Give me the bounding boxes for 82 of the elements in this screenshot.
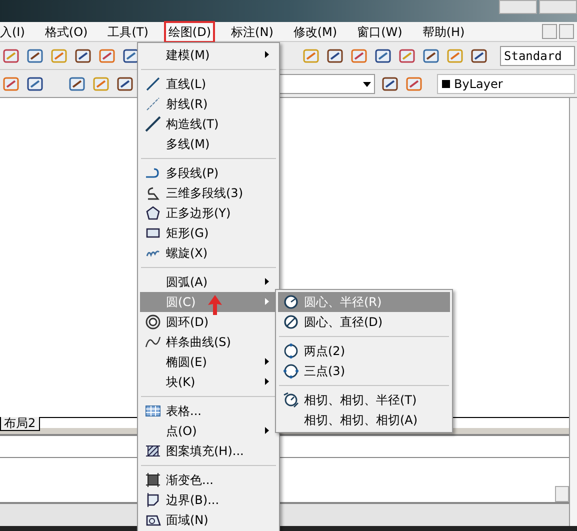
tool-icon[interactable] [68,74,86,92]
three-point-circle-icon [283,363,299,379]
menu-item[interactable]: 面域(N) [140,510,277,530]
tool-icon[interactable] [2,74,20,92]
tangent-circle-icon [283,392,299,408]
circle-diameter-icon [283,314,299,330]
menu-bar-item[interactable]: 帮助(H) [420,22,467,40]
menu-item[interactable]: 边界(B)... [140,490,277,510]
menu-bar-item[interactable]: 标注(N) [229,22,276,40]
circle-radius-icon [283,294,299,310]
menu-item[interactable]: 三点(3) [278,361,450,381]
line-icon [145,76,161,92]
helix-icon [146,250,160,256]
annotation-arrow [208,295,222,315]
menu-item[interactable]: 多线(M) [140,134,277,154]
menu-bar-item[interactable]: 修改(M) [291,22,340,40]
menu-item[interactable]: 构造线(T) [140,114,277,134]
menu-item[interactable]: 矩形(G) [140,223,277,243]
submenu-arrow-icon [265,278,269,285]
submenu-arrow-icon [265,378,269,385]
menu-item[interactable]: 两点(2) [278,341,450,361]
polyline-icon [145,165,161,181]
tool-icon[interactable] [381,74,399,92]
spline-icon [145,334,161,350]
menu-item[interactable]: 椭圆(E) [140,352,277,372]
menu-item[interactable]: 点(O) [140,421,277,441]
menu-item[interactable]: 图案填充(H)... [140,441,277,461]
menu-item[interactable]: 渐变色... [140,470,277,490]
menu-item[interactable]: 建模(M) [140,45,277,65]
tool-icon[interactable] [422,46,440,64]
menu-item[interactable]: 样条曲线(S) [140,332,277,352]
menu-item[interactable]: 三维多段线(3) [140,183,277,203]
menu-item[interactable]: 多段线(P) [140,163,277,183]
two-point-circle-icon [283,343,299,359]
tool-icon[interactable] [374,46,392,64]
construction-line-icon [145,116,161,132]
table-icon [145,403,161,419]
text-style-field[interactable]: Standard [500,46,575,66]
menu-bar-item[interactable]: 工具(T) [106,22,150,40]
hatch-icon [145,443,161,459]
submenu-arrow-icon [265,51,269,58]
menu-item[interactable]: 相切、相切、半径(T) [278,390,450,410]
minimize-button[interactable] [542,24,557,39]
menu-item[interactable]: 直线(L) [140,74,277,94]
menu-item[interactable]: 圆弧(A) [140,272,277,292]
menu-bar-item[interactable]: 入(I) [0,22,27,40]
menu-item[interactable]: 螺旋(X) [140,243,277,263]
submenu-arrow-icon [265,358,269,365]
menu-item[interactable]: 圆环(D) [140,312,277,332]
restore-button[interactable] [559,24,574,39]
menu-item[interactable]: 表格... [140,401,277,421]
menu-item[interactable]: 相切、相切、相切(A) [278,410,450,430]
tool-icon[interactable] [405,74,423,92]
ray-icon [145,96,161,112]
menu-bar-item[interactable]: 格式(O) [42,22,90,40]
menu-bar-item[interactable]: 绘图(D) [166,22,214,40]
menu-item[interactable]: 正多边形(Y) [140,203,277,223]
color-field[interactable]: ByLayer [437,74,575,94]
tool-icon[interactable] [116,74,134,92]
submenu-arrow-icon [265,427,269,434]
dropdown-arrow-icon [363,82,371,86]
tool-icon[interactable] [122,46,140,64]
tool-icon[interactable] [2,46,20,64]
tool-icon[interactable] [98,46,116,64]
tool-icon[interactable] [26,74,44,92]
3d-polyline-icon [145,185,161,201]
menu-item[interactable]: 圆心、直径(D) [278,312,450,332]
pentagon-icon [145,205,161,221]
tool-icon[interactable] [74,46,92,64]
tool-icon[interactable] [326,46,344,64]
tool-icon[interactable] [398,46,416,64]
menu-bar-item[interactable]: 窗口(W) [355,22,404,40]
menu-item[interactable]: 射线(R) [140,94,277,114]
boundary-icon [145,492,161,508]
gradient-icon [145,472,161,488]
submenu-arrow-icon [265,298,269,305]
tool-icon[interactable] [350,46,368,64]
layout-tab[interactable]: 布局2 [0,417,40,431]
menu-item[interactable]: 块(K) [140,372,277,392]
donut-icon [145,314,161,330]
tool-icon[interactable] [26,46,44,64]
tool-icon[interactable] [470,46,488,64]
